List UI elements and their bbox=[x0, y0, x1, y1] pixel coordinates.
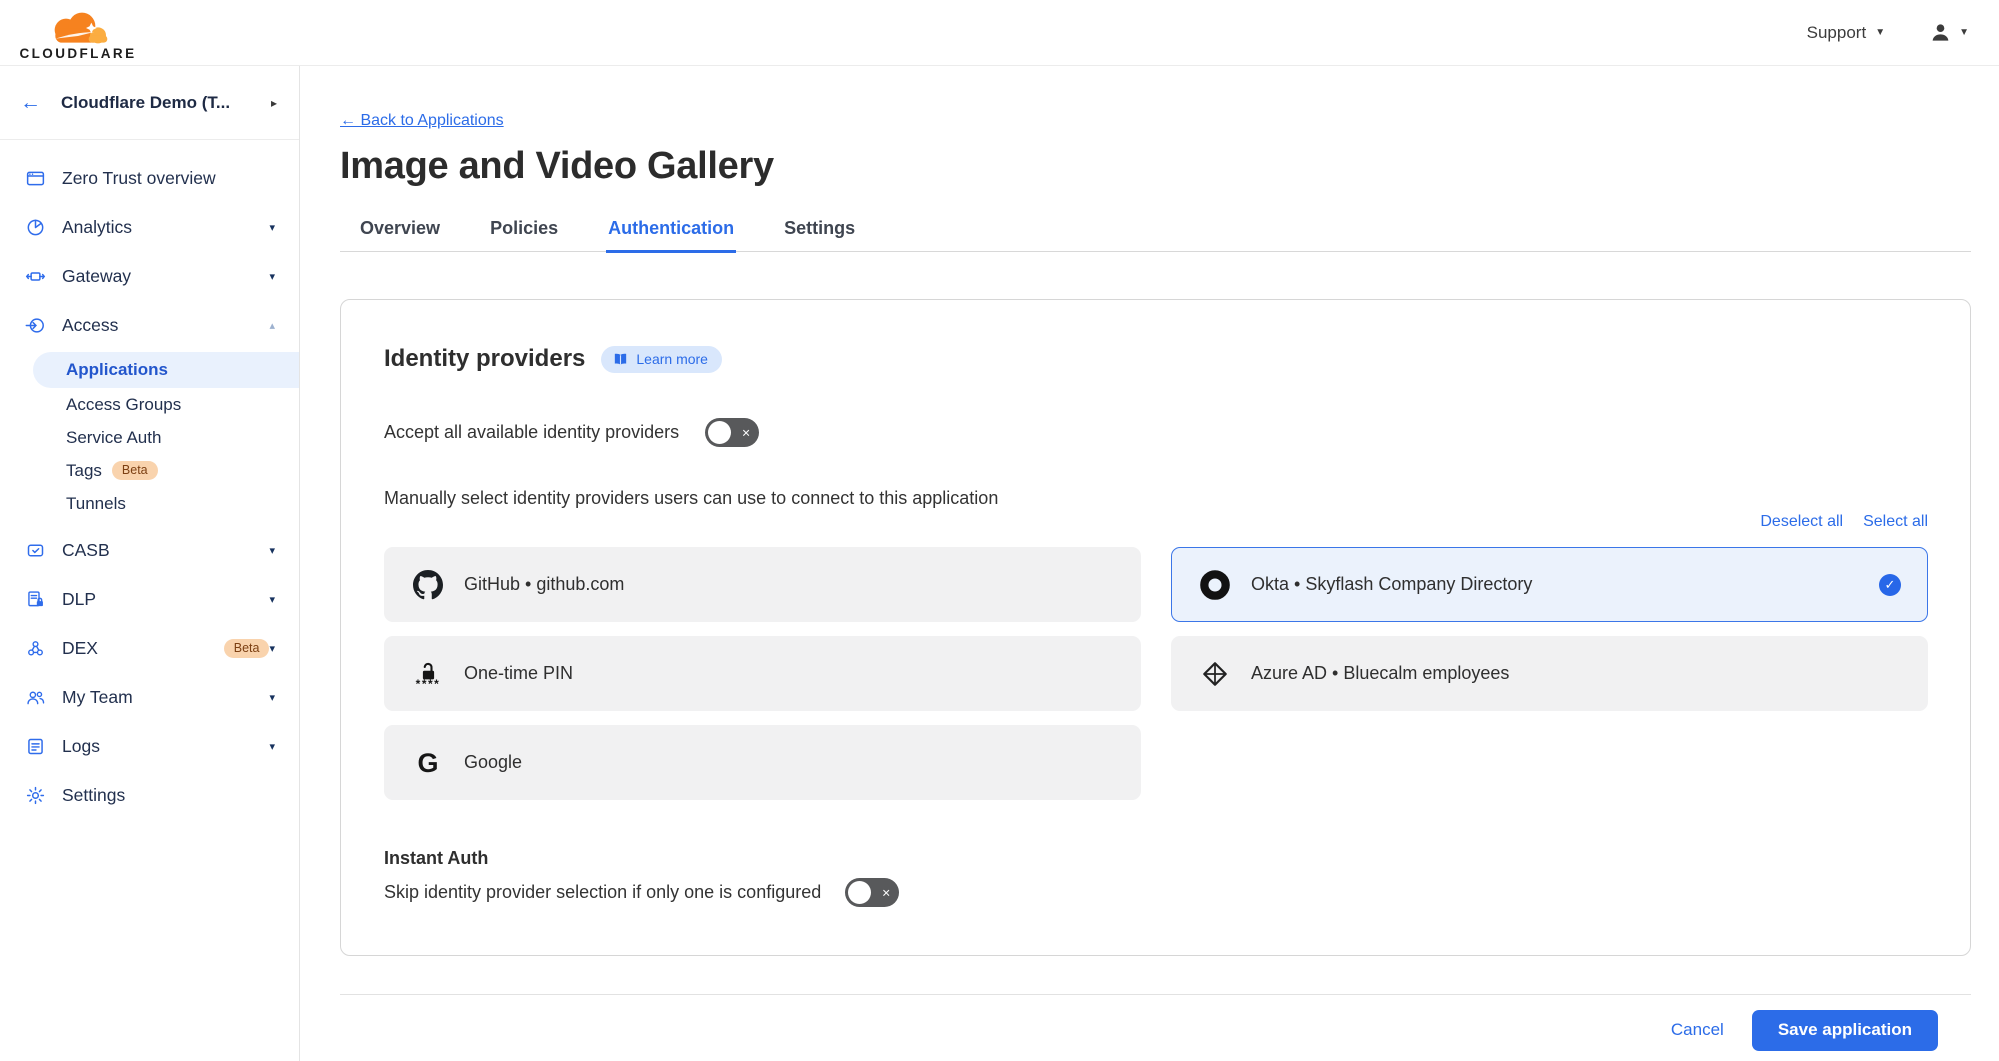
book-icon bbox=[612, 351, 629, 368]
sidebar-item-tunnels[interactable]: Tunnels bbox=[0, 487, 299, 520]
browser-window-icon bbox=[24, 168, 46, 190]
logs-document-icon bbox=[24, 736, 46, 758]
learn-more-badge[interactable]: Learn more bbox=[601, 346, 722, 373]
sidebar-item-my-team[interactable]: My Team ▾ bbox=[0, 673, 299, 722]
card-heading: Identity providers bbox=[384, 345, 585, 373]
okta-icon bbox=[1198, 569, 1232, 601]
chevron-down-icon: ▼ bbox=[1875, 27, 1885, 38]
people-icon bbox=[24, 687, 46, 709]
one-time-pin-icon: **** bbox=[411, 661, 445, 687]
sidebar-item-zero-trust-overview[interactable]: Zero Trust overview bbox=[0, 154, 299, 203]
casb-check-box-icon bbox=[24, 540, 46, 562]
dex-network-icon bbox=[24, 638, 46, 660]
toggle-off-icon: × bbox=[882, 884, 890, 900]
tab-settings[interactable]: Settings bbox=[782, 212, 857, 253]
footer-divider bbox=[340, 994, 1971, 995]
chevron-down-icon: ▾ bbox=[269, 270, 275, 283]
provider-one-time-pin[interactable]: **** One-time PIN bbox=[384, 636, 1141, 711]
cloudflare-cloud-icon bbox=[34, 8, 122, 48]
azure-ad-icon bbox=[1198, 660, 1232, 688]
cancel-button[interactable]: Cancel bbox=[1671, 1020, 1724, 1040]
account-name[interactable]: Cloudflare Demo (T... bbox=[41, 93, 271, 113]
save-application-button[interactable]: Save application bbox=[1752, 1010, 1938, 1051]
access-submenu: Applications Access Groups Service Auth … bbox=[0, 350, 299, 526]
beta-badge: Beta bbox=[112, 461, 158, 481]
chevron-down-icon: ▾ bbox=[269, 544, 275, 557]
toggle-knob bbox=[708, 421, 731, 444]
tab-overview[interactable]: Overview bbox=[358, 212, 442, 253]
sidebar-item-access[interactable]: Access ▴ bbox=[0, 301, 299, 350]
tab-policies[interactable]: Policies bbox=[488, 212, 560, 253]
tab-authentication[interactable]: Authentication bbox=[606, 212, 736, 253]
instant-auth-heading: Instant Auth bbox=[384, 848, 1928, 870]
beta-badge: Beta bbox=[224, 639, 270, 659]
provider-label: GitHub • github.com bbox=[464, 574, 624, 595]
user-icon bbox=[1929, 21, 1952, 44]
instant-auth-toggle[interactable]: × bbox=[845, 878, 899, 907]
sidebar-item-settings[interactable]: Settings bbox=[0, 771, 299, 820]
access-login-icon bbox=[24, 315, 46, 337]
deselect-all-link[interactable]: Deselect all bbox=[1760, 513, 1843, 533]
support-menu[interactable]: Support ▼ bbox=[1807, 23, 1885, 43]
back-to-applications-link[interactable]: ← Back to Applications bbox=[340, 112, 504, 130]
provider-github[interactable]: GitHub • github.com bbox=[384, 547, 1141, 622]
chevron-down-icon: ▾ bbox=[269, 221, 275, 234]
providers-grid: GitHub • github.com Okta • Skyflash Comp… bbox=[384, 547, 1928, 800]
accept-all-label: Accept all available identity providers bbox=[384, 422, 679, 443]
cloudflare-logo: CLOUDFLARE bbox=[12, 4, 144, 61]
sidebar-item-service-auth[interactable]: Service Auth bbox=[0, 421, 299, 454]
account-menu[interactable]: ▼ bbox=[1929, 21, 1969, 44]
tab-bar: Overview Policies Authentication Setting… bbox=[340, 212, 1971, 252]
support-label: Support bbox=[1807, 23, 1867, 43]
sidebar-item-applications[interactable]: Applications bbox=[33, 352, 299, 388]
cloudflare-logo-text: CLOUDFLARE bbox=[20, 46, 137, 61]
chevron-down-icon: ▾ bbox=[269, 691, 275, 704]
expand-sidebar-icon[interactable]: ▸ bbox=[271, 96, 277, 110]
provider-label: One-time PIN bbox=[464, 663, 573, 684]
sidebar-item-dex[interactable]: DEX Beta ▾ bbox=[0, 624, 299, 673]
sidebar-item-analytics[interactable]: Analytics ▾ bbox=[0, 203, 299, 252]
sidebar-item-gateway[interactable]: Gateway ▾ bbox=[0, 252, 299, 301]
chevron-up-icon: ▴ bbox=[269, 319, 275, 332]
pie-chart-icon bbox=[24, 217, 46, 239]
provider-label: Google bbox=[464, 752, 522, 773]
sidebar-header: ← Cloudflare Demo (T... ▸ bbox=[0, 66, 299, 140]
chevron-down-icon: ▾ bbox=[269, 740, 275, 753]
selected-check-icon: ✓ bbox=[1879, 574, 1901, 596]
manual-select-label: Manually select identity providers users… bbox=[384, 487, 1928, 509]
main-content: ← Back to Applications Image and Video G… bbox=[300, 66, 1999, 1061]
sidebar-item-tags[interactable]: Tags Beta bbox=[0, 454, 299, 487]
document-lock-icon bbox=[24, 589, 46, 611]
sidebar-item-casb[interactable]: CASB ▾ bbox=[0, 526, 299, 575]
provider-label: Okta • Skyflash Company Directory bbox=[1251, 574, 1532, 595]
sidebar-item-dlp[interactable]: DLP ▾ bbox=[0, 575, 299, 624]
toggle-knob bbox=[848, 881, 871, 904]
provider-azure-ad[interactable]: Azure AD • Bluecalm employees bbox=[1171, 636, 1928, 711]
footer-actions: Cancel Save application bbox=[340, 1009, 1971, 1051]
provider-google[interactable]: G Google bbox=[384, 725, 1141, 800]
gear-icon bbox=[24, 785, 46, 807]
accept-all-toggle[interactable]: × bbox=[705, 418, 759, 447]
chevron-down-icon: ▼ bbox=[1959, 27, 1969, 38]
google-icon: G bbox=[411, 749, 445, 777]
page-title: Image and Video Gallery bbox=[340, 144, 1971, 188]
chevron-down-icon: ▾ bbox=[269, 642, 275, 655]
sidebar-item-access-groups[interactable]: Access Groups bbox=[0, 388, 299, 421]
gateway-icon bbox=[24, 266, 46, 288]
topbar: CLOUDFLARE Support ▼ ▼ bbox=[0, 0, 1999, 66]
identity-providers-card: Identity providers Learn more Accept all… bbox=[340, 299, 1971, 956]
provider-okta[interactable]: Okta • Skyflash Company Directory ✓ bbox=[1171, 547, 1928, 622]
sidebar-item-logs[interactable]: Logs ▾ bbox=[0, 722, 299, 771]
instant-auth-label: Skip identity provider selection if only… bbox=[384, 882, 821, 903]
sidebar-nav: Zero Trust overview Analytics ▾ Gateway bbox=[0, 140, 299, 820]
github-icon bbox=[411, 570, 445, 600]
chevron-down-icon: ▾ bbox=[269, 593, 275, 606]
provider-label: Azure AD • Bluecalm employees bbox=[1251, 663, 1509, 684]
select-all-link[interactable]: Select all bbox=[1863, 513, 1928, 533]
toggle-off-icon: × bbox=[742, 424, 750, 440]
sidebar: ← Cloudflare Demo (T... ▸ Zero Trust ove… bbox=[0, 66, 300, 1061]
back-arrow-icon[interactable]: ← bbox=[20, 91, 41, 115]
